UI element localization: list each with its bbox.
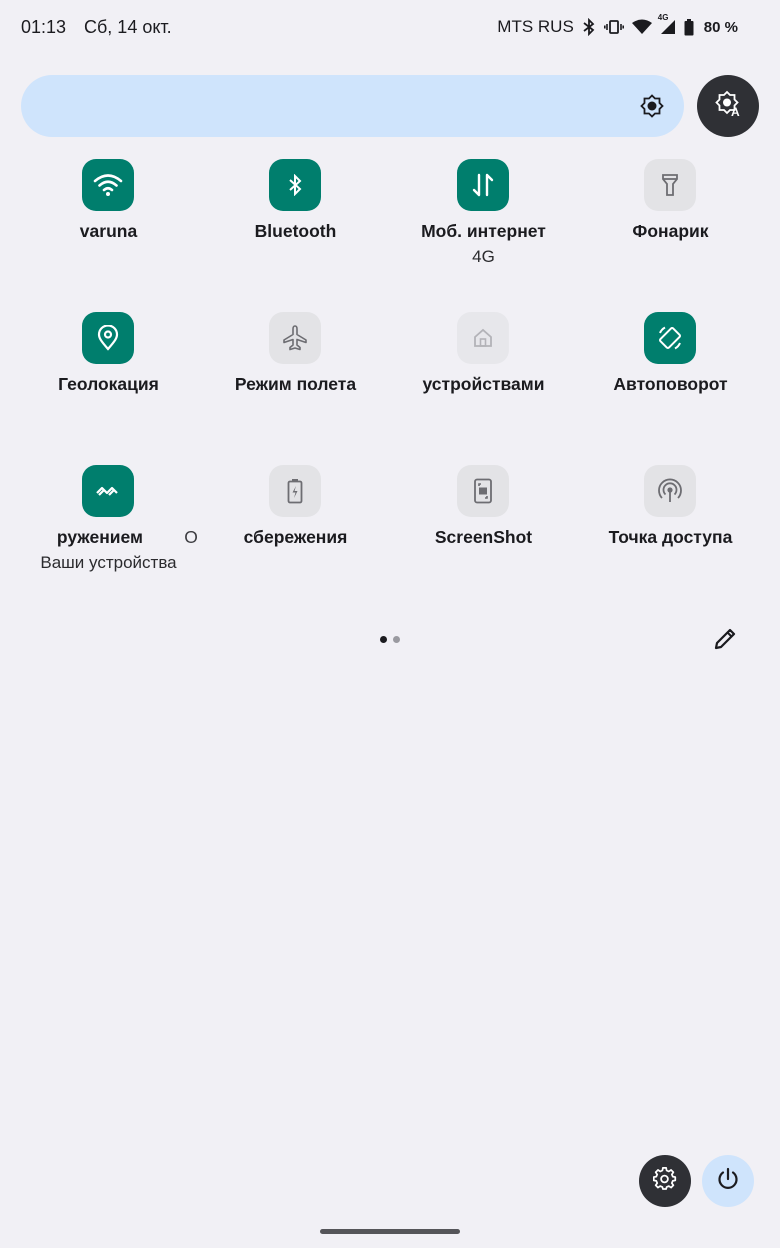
page-dot-current xyxy=(380,636,387,643)
status-date: Сб, 14 окт. xyxy=(84,17,172,37)
gear-icon xyxy=(652,1166,677,1196)
tile-screenshot[interactable]: ScreenShot xyxy=(390,465,577,605)
bluetooth-icon xyxy=(269,159,321,211)
settings-button[interactable] xyxy=(639,1155,691,1207)
tile-hotspot[interactable]: Точка доступа xyxy=(577,465,764,605)
tile-wifi[interactable]: varuna xyxy=(15,159,202,299)
carrier-name: MTS RUS xyxy=(497,17,574,36)
power-button[interactable] xyxy=(702,1155,754,1207)
page-indicator xyxy=(380,636,400,643)
tile-label: Автоповорот xyxy=(613,374,728,394)
tile-label: ScreenShot xyxy=(434,527,533,547)
bluetooth-icon xyxy=(582,18,596,36)
tile-battery-saver[interactable]: сбережения xyxy=(202,465,389,605)
pencil-icon xyxy=(712,628,738,656)
power-icon xyxy=(716,1167,740,1196)
tile-airplane-mode[interactable]: Режим полета xyxy=(202,312,389,452)
brightness-icon xyxy=(640,94,664,123)
auto-brightness-button[interactable]: A xyxy=(697,75,759,137)
vibrate-icon xyxy=(603,19,624,35)
network-type-badge: 4G xyxy=(657,13,669,22)
wifi-icon xyxy=(82,159,134,211)
hotspot-icon xyxy=(644,465,696,517)
tile-label: varuna xyxy=(79,221,138,241)
tile-subtitle: 4G xyxy=(472,247,495,266)
battery-percentage: 80 % xyxy=(703,18,738,36)
nearby-share-icon xyxy=(82,465,134,517)
status-bar: 01:13 Сб, 14 окт. MTS RUS 4G 80 % xyxy=(0,0,780,56)
tile-label: ружением О xyxy=(15,527,202,548)
tile-device-controls[interactable]: устройствами xyxy=(390,312,577,452)
tile-label: Режим полета xyxy=(234,374,357,394)
home-icon xyxy=(457,312,509,364)
status-indicators: MTS RUS 4G 80 % xyxy=(497,13,738,37)
tile-subtitle: Ваши устройства xyxy=(40,553,177,572)
status-time: 01:13 xyxy=(21,17,67,37)
tile-label: Точка доступа xyxy=(608,527,733,547)
navigation-handle[interactable] xyxy=(320,1229,460,1234)
tile-label: устройствами xyxy=(422,374,545,394)
auto-rotate-icon xyxy=(644,312,696,364)
mobile-data-icon xyxy=(457,159,509,211)
tile-label: Bluetooth xyxy=(254,221,337,241)
auto-brightness-icon: A xyxy=(714,90,742,123)
svg-text:A: A xyxy=(731,105,740,118)
tile-mobile-data[interactable]: Моб. интернет 4G xyxy=(390,159,577,299)
tile-label: Фонарик xyxy=(632,221,709,241)
tile-label-tail: О xyxy=(184,527,198,547)
tile-flashlight[interactable]: Фонарик xyxy=(577,159,764,299)
tile-location[interactable]: Геолокация xyxy=(15,312,202,452)
flashlight-icon xyxy=(644,159,696,211)
page-dot xyxy=(393,636,400,643)
location-icon xyxy=(82,312,134,364)
airplane-icon xyxy=(269,312,321,364)
wifi-icon xyxy=(631,19,652,35)
tile-label: Геолокация xyxy=(58,374,159,394)
tile-label: сбережения xyxy=(243,527,348,547)
battery-icon xyxy=(684,18,694,36)
tile-auto-rotate[interactable]: Автоповорот xyxy=(577,312,764,452)
tile-label: Моб. интернет xyxy=(421,221,546,241)
tile-bluetooth[interactable]: Bluetooth xyxy=(202,159,389,299)
battery-saver-icon xyxy=(269,465,321,517)
edit-tiles-button[interactable] xyxy=(712,626,740,654)
screenshot-icon xyxy=(457,465,509,517)
cell-signal-icon: 4G xyxy=(658,13,676,35)
tile-nearby-share[interactable]: ружением О Ваши устройства xyxy=(15,465,202,605)
tile-label-main: ружением xyxy=(56,527,143,547)
brightness-slider[interactable] xyxy=(21,75,684,137)
